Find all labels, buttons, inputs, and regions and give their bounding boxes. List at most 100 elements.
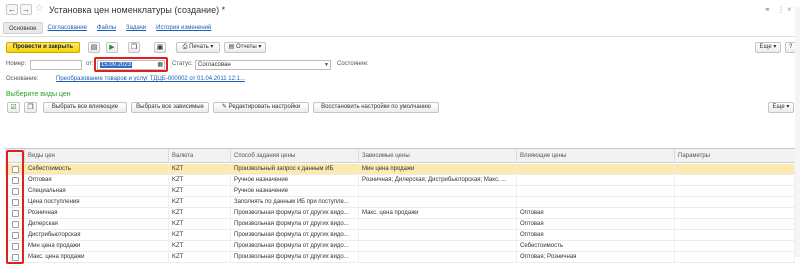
header-params[interactable]: Параметры xyxy=(675,149,795,163)
select-affecting-button[interactable]: Выбрать все влияющие xyxy=(43,102,127,113)
header-price-type[interactable]: Виды цен xyxy=(25,149,169,163)
cell-params[interactable] xyxy=(675,241,795,252)
cell-method[interactable]: Ручное назначение xyxy=(231,186,359,197)
favorite-star-icon[interactable]: ☆ xyxy=(35,3,44,14)
cell-dependent[interactable] xyxy=(359,219,517,230)
close-icon[interactable]: × xyxy=(787,5,792,14)
cell-method[interactable]: Произвольная формула от других видо... xyxy=(231,230,359,241)
table-row[interactable]: Дистрибьюторская KZT Произвольная формула … xyxy=(5,230,795,241)
table-row[interactable]: Мин цена продажи KZT Произвольная формула … xyxy=(5,241,795,252)
reports-button[interactable]: ▤ Отчеты ▾ xyxy=(224,42,266,53)
cell-affecting[interactable]: Оптовая; Розничная xyxy=(517,252,675,263)
cell-price-type[interactable]: Специальная xyxy=(25,186,169,197)
cell-params[interactable] xyxy=(675,197,795,208)
basis-link[interactable]: Преобразование товаров и услуг ТДЦБ-0000… xyxy=(56,76,245,82)
cell-affecting[interactable] xyxy=(517,164,675,175)
cell-method[interactable]: Произвольная формула от других видо... xyxy=(231,241,359,252)
cell-price-type[interactable]: Дистрибьюторская xyxy=(25,230,169,241)
select-dependent-button[interactable]: Выбрать все зависимые xyxy=(131,102,209,113)
cell-dependent[interactable]: Розничная; Дилерская; Дистрибьюторская; … xyxy=(359,175,517,186)
cell-price-type[interactable]: Себестоимость xyxy=(25,164,169,175)
save-button[interactable]: ▤ xyxy=(88,42,100,53)
cell-currency[interactable]: KZT xyxy=(169,230,231,241)
header-method[interactable]: Способ задания цены xyxy=(231,149,359,163)
select-all-button[interactable]: ☑ xyxy=(7,102,20,113)
cell-price-type[interactable]: Макс. цена продажи xyxy=(25,252,169,263)
cell-dependent[interactable] xyxy=(359,186,517,197)
print-button[interactable]: ⎙ Печать ▾ xyxy=(176,42,220,53)
cell-affecting[interactable]: Себестоимость xyxy=(517,241,675,252)
forward-button[interactable]: → xyxy=(20,4,32,15)
header-currency[interactable]: Валюта xyxy=(169,149,231,163)
cell-method[interactable]: Произвольная формула от других видо... xyxy=(231,219,359,230)
date-field[interactable]: 15.09.2023 ▦ xyxy=(97,60,165,70)
delete-button[interactable]: ▣ xyxy=(154,42,166,53)
cell-params[interactable] xyxy=(675,252,795,263)
cell-currency[interactable]: KZT xyxy=(169,197,231,208)
tab-tasks[interactable]: Задачи xyxy=(121,22,151,34)
cell-currency[interactable]: KZT xyxy=(169,164,231,175)
table-row[interactable]: Себестоимость KZT Произвольный запрос к да… xyxy=(5,164,795,175)
number-field[interactable] xyxy=(30,60,82,70)
cell-method[interactable]: Ручное назначение xyxy=(231,175,359,186)
cell-dependent[interactable] xyxy=(359,241,517,252)
cell-params[interactable] xyxy=(675,208,795,219)
cell-dependent[interactable]: Мин цена продажи xyxy=(359,164,517,175)
cell-dependent[interactable] xyxy=(359,197,517,208)
tab-main[interactable]: Основное xyxy=(3,22,43,34)
table-row[interactable]: Дилерская KZT Произвольная формула от друг… xyxy=(5,219,795,230)
copy-rows-button[interactable]: ❐ xyxy=(24,102,37,113)
link-icon[interactable]: ⚭ xyxy=(764,5,771,14)
cell-params[interactable] xyxy=(675,230,795,241)
post-and-close-button[interactable]: Провести и закрыть xyxy=(6,42,80,53)
table-row[interactable]: Специальная KZT Ручное назначение xyxy=(5,186,795,197)
cell-currency[interactable]: KZT xyxy=(169,219,231,230)
cell-price-type[interactable]: Цена поступления xyxy=(25,197,169,208)
tab-history[interactable]: История изменений xyxy=(151,22,216,34)
cell-affecting[interactable]: Оптовая xyxy=(517,219,675,230)
header-affecting[interactable]: Влияющие цены xyxy=(517,149,675,163)
calendar-icon[interactable]: ▦ xyxy=(157,61,163,69)
table-row[interactable]: Оптовая KZT Ручное назначение Розничная; Ди… xyxy=(5,175,795,186)
tab-files[interactable]: Файлы xyxy=(92,22,121,34)
table-row[interactable]: Макс. цена продажи KZT Произвольная формул… xyxy=(5,252,795,263)
back-button[interactable]: ← xyxy=(6,4,18,15)
cell-price-type[interactable]: Розничная xyxy=(25,208,169,219)
post-button[interactable]: ▶ xyxy=(106,42,118,53)
cell-dependent[interactable] xyxy=(359,252,517,263)
cell-currency[interactable]: KZT xyxy=(169,208,231,219)
cell-price-type[interactable]: Оптовая xyxy=(25,175,169,186)
cell-affecting[interactable]: Оптовая xyxy=(517,208,675,219)
cell-currency[interactable]: KZT xyxy=(169,186,231,197)
cell-dependent[interactable] xyxy=(359,230,517,241)
cell-currency[interactable]: KZT xyxy=(169,252,231,263)
cell-price-type[interactable]: Дилерская xyxy=(25,219,169,230)
restore-defaults-button[interactable]: Восстановить настройки по умолчанию xyxy=(313,102,439,113)
table-row[interactable]: Цена поступления KZT Заполнять по данным И… xyxy=(5,197,795,208)
cell-method[interactable]: Заполнять по данным ИБ при поступле... xyxy=(231,197,359,208)
cell-method[interactable]: Произвольная формула от других видо... xyxy=(231,252,359,263)
cell-params[interactable] xyxy=(675,186,795,197)
table-more-button[interactable]: Еще ▾ xyxy=(768,102,794,113)
tab-approval[interactable]: Согласование xyxy=(43,22,92,34)
cell-affecting[interactable]: Оптовая xyxy=(517,230,675,241)
cell-params[interactable] xyxy=(675,164,795,175)
cell-affecting[interactable] xyxy=(517,186,675,197)
cell-method[interactable]: Произвольная формула от других видо... xyxy=(231,208,359,219)
table-row[interactable]: Розничная KZT Произвольная формула от друг… xyxy=(5,208,795,219)
cell-params[interactable] xyxy=(675,175,795,186)
cell-method[interactable]: Произвольный запрос к данным ИБ xyxy=(231,164,359,175)
edit-settings-button[interactable]: ✎ Редактировать настройки xyxy=(213,102,309,113)
cell-currency[interactable]: KZT xyxy=(169,241,231,252)
cell-affecting[interactable] xyxy=(517,197,675,208)
window-scrollbar[interactable] xyxy=(795,7,800,257)
cell-dependent[interactable]: Макс. цена продажи xyxy=(359,208,517,219)
copy-button[interactable]: ❐ xyxy=(128,42,140,53)
header-dependent[interactable]: Зависимые цены xyxy=(359,149,517,163)
cell-price-type[interactable]: Мин цена продажи xyxy=(25,241,169,252)
cell-currency[interactable]: KZT xyxy=(169,175,231,186)
more-button[interactable]: Еще ▾ xyxy=(755,42,781,53)
cell-params[interactable] xyxy=(675,219,795,230)
status-select[interactable]: Согласован ▼ xyxy=(195,60,331,70)
more-menu-icon[interactable]: ⋮ xyxy=(777,5,785,14)
